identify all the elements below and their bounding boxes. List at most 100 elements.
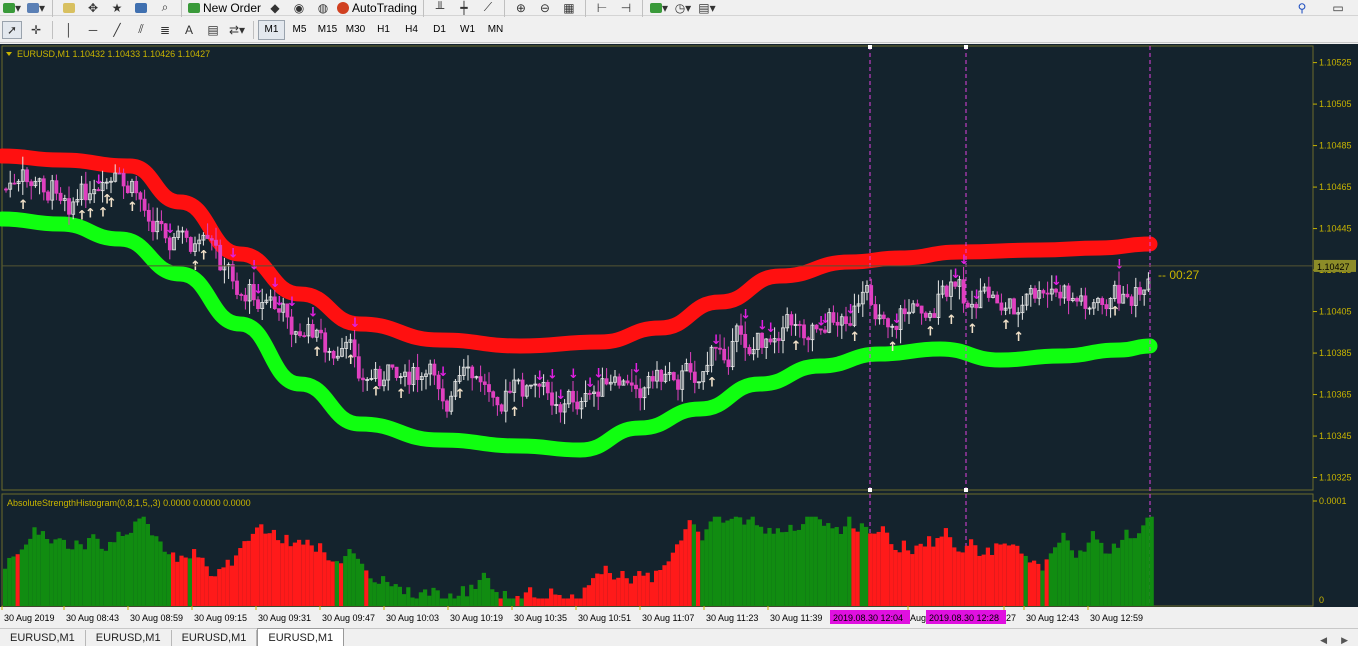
scroll-left-icon[interactable]: ◀ — [1320, 635, 1327, 646]
chart-tab[interactable]: EURUSD,M1 — [257, 628, 345, 646]
sell-arrow-icon: ↓ — [308, 306, 319, 321]
templates-icon[interactable]: ▤▾ — [697, 0, 717, 17]
histogram-bar — [507, 598, 512, 606]
metaeditor-icon[interactable]: ◆ — [265, 0, 285, 17]
tester-icon[interactable]: ⌕ — [155, 0, 175, 17]
data-window-icon[interactable]: ✥ — [83, 0, 103, 17]
histogram-bar — [481, 572, 486, 606]
equidistant-channel-icon[interactable]: ⫽ — [131, 21, 151, 39]
histogram-bar — [859, 523, 864, 606]
arrows-icon[interactable]: ⇄▾ — [227, 21, 247, 39]
timeframe-w1-button[interactable]: W1 — [454, 20, 481, 40]
chat-icon[interactable]: ▭ — [1328, 0, 1348, 17]
zoom-out-icon[interactable]: ⊖ — [535, 0, 555, 17]
histogram-bar — [939, 536, 944, 606]
new-order-button[interactable]: New Order — [188, 0, 261, 17]
histogram-bar — [595, 573, 600, 606]
time-tick-label: 30 Aug 10:03 — [386, 613, 439, 623]
histogram-bar — [864, 526, 869, 606]
histogram-bar — [1124, 529, 1129, 606]
periods-icon[interactable]: ◷▾ — [673, 0, 693, 17]
timeframe-m1-button[interactable]: M1 — [258, 19, 285, 40]
histogram-bar — [158, 541, 163, 606]
histogram-bar — [82, 549, 87, 606]
candle-body — [1041, 290, 1046, 294]
sell-arrow-icon: ↓ — [350, 316, 361, 331]
histogram-bar — [36, 534, 41, 606]
histogram-bar — [620, 570, 625, 606]
zoom-in-icon[interactable]: ⊕ — [511, 0, 531, 17]
candle-body — [1138, 287, 1142, 295]
navigator-icon[interactable]: ★ — [107, 0, 127, 17]
histogram-bar — [91, 534, 96, 606]
histogram-bar — [561, 598, 566, 606]
histogram-bar — [368, 578, 373, 606]
candle-body — [743, 333, 748, 348]
toolbar-separator — [52, 0, 53, 17]
histogram-bar — [45, 538, 50, 606]
tile-windows-icon[interactable]: ▦ — [559, 0, 579, 17]
histogram-bar — [74, 540, 79, 606]
line-chart-icon[interactable]: ⟋ — [478, 0, 498, 17]
candle-body — [440, 388, 445, 402]
histogram-bar — [1036, 563, 1041, 606]
fibonacci-icon[interactable]: ≣ — [155, 21, 175, 39]
candlestick-icon[interactable]: ┿ — [454, 0, 474, 17]
histogram-bar — [1011, 544, 1016, 606]
histogram-bar — [956, 551, 961, 606]
market-watch-icon[interactable] — [59, 0, 79, 17]
price-tick-label: 1.10405 — [1319, 307, 1352, 317]
chart-tab[interactable]: EURUSD,M1 — [86, 630, 172, 646]
buy-arrow-icon: ↑ — [791, 339, 802, 354]
timeframe-m5-button[interactable]: M5 — [286, 20, 313, 40]
timeframe-m30-button[interactable]: M30 — [342, 20, 369, 40]
candle-body — [4, 188, 8, 191]
histogram-bar — [28, 538, 33, 606]
timeframe-mn-button[interactable]: MN — [482, 20, 509, 40]
autotrading-button[interactable]: AutoTrading — [337, 0, 417, 17]
histogram-bar — [679, 540, 684, 606]
histogram-bar — [767, 527, 772, 606]
timeframe-h1-button[interactable]: H1 — [370, 20, 397, 40]
histogram-bar — [99, 548, 104, 606]
candle-body — [881, 314, 886, 319]
chart-tab[interactable]: EURUSD,M1 — [0, 630, 86, 646]
vertical-line-icon[interactable]: │ — [59, 21, 79, 39]
histogram-bar — [511, 598, 516, 606]
scroll-right-icon[interactable]: ▶ — [1341, 635, 1348, 646]
signals-icon[interactable]: ◉ — [289, 0, 309, 17]
trendline-icon[interactable]: ╱ — [107, 21, 127, 39]
market-icon[interactable]: ◍ — [313, 0, 333, 17]
histogram-bar — [326, 560, 331, 606]
histogram-bar — [431, 587, 436, 606]
histogram-bar — [460, 586, 465, 606]
timeframe-m15-button[interactable]: M15 — [314, 20, 341, 40]
histogram-bar — [763, 533, 768, 606]
histogram-bar — [1149, 516, 1154, 606]
new-chart-icon[interactable]: ▾ — [2, 0, 22, 17]
crosshair-icon[interactable]: ✛ — [26, 21, 46, 39]
indicators-icon[interactable]: ▾ — [649, 0, 669, 17]
terminal-icon[interactable] — [131, 0, 151, 17]
bar-chart-icon[interactable]: ╨ — [430, 0, 450, 17]
chart-shift-icon[interactable]: ⊢ — [592, 0, 612, 17]
text-label-icon[interactable]: ▤ — [203, 21, 223, 39]
search-icon[interactable]: ⚲ — [1292, 0, 1312, 17]
chart-tab[interactable]: EURUSD,M1 — [172, 630, 258, 646]
histogram-bar — [532, 597, 537, 606]
histogram-bar — [1061, 532, 1066, 606]
candle-body — [650, 376, 655, 382]
candle-body — [789, 314, 794, 326]
chart-window[interactable]: 1.10525 1.10505 1.10485 1.10465 1.10445 1.104… — [0, 44, 1358, 626]
histogram-bar — [120, 535, 125, 606]
cursor-icon[interactable]: ➚ — [2, 20, 22, 39]
timeframe-d1-button[interactable]: D1 — [426, 20, 453, 40]
chart-canvas[interactable]: 1.10525 1.10505 1.10485 1.10465 1.10445 1.104… — [0, 44, 1358, 626]
histogram-bar — [855, 531, 860, 606]
horizontal-line-icon[interactable]: ─ — [83, 21, 103, 39]
autoscroll-icon[interactable]: ⊣ — [616, 0, 636, 17]
timeframe-h4-button[interactable]: H4 — [398, 20, 425, 40]
text-icon[interactable]: A — [179, 21, 199, 39]
profiles-icon[interactable]: ▾ — [26, 0, 46, 17]
time-tick-label: 27 — [1006, 613, 1016, 623]
